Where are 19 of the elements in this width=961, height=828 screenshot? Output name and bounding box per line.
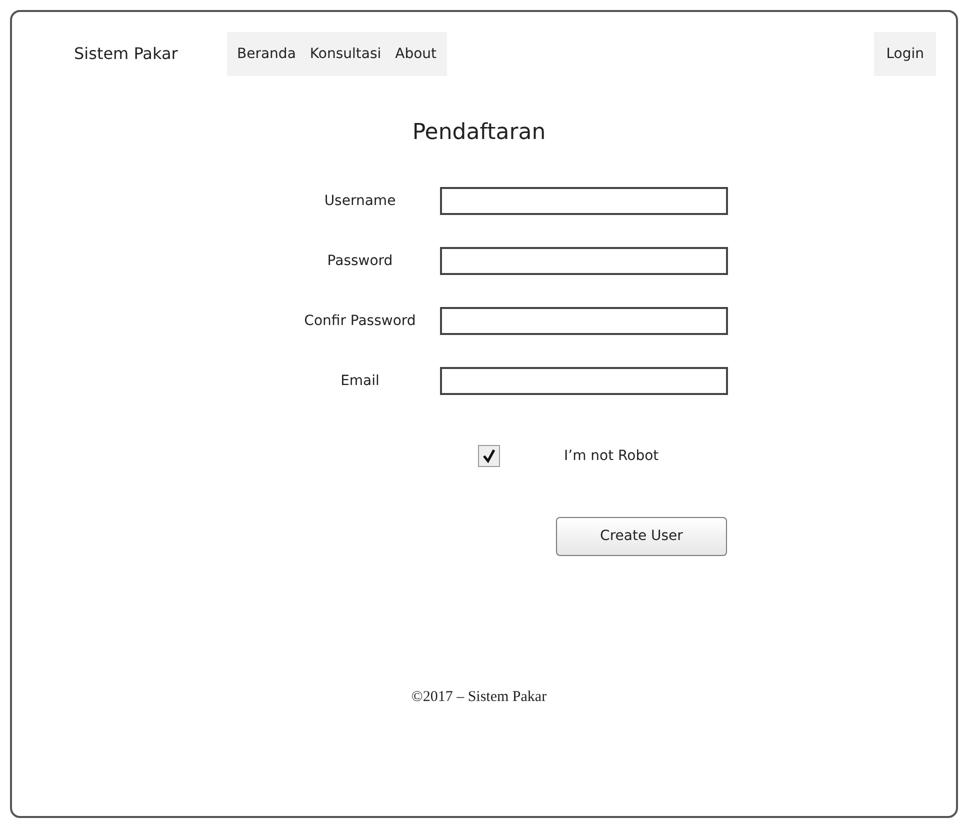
nav-link[interactable]: Konsultasi <box>310 44 382 64</box>
login-button[interactable]: Login <box>874 32 936 76</box>
form-title: Pendaftaran <box>411 119 547 147</box>
nav-link[interactable]: Beranda <box>237 44 296 64</box>
input-field[interactable] <box>440 307 728 335</box>
checkmark-icon <box>482 449 496 463</box>
checkbox-label: I’m not Robot <box>564 446 659 466</box>
footer-text: ©2017 – Sistem Pakar <box>410 688 548 707</box>
input-field[interactable] <box>440 367 728 395</box>
field-label: Confir Password <box>303 312 417 330</box>
field-label: Password <box>326 252 394 270</box>
input-field[interactable] <box>440 187 728 215</box>
brand-name[interactable]: Sistem Pakar <box>74 42 227 66</box>
field-label: Username <box>323 192 397 210</box>
input-field[interactable] <box>440 247 728 275</box>
nav-link[interactable]: About <box>395 44 437 64</box>
checkbox[interactable] <box>478 445 500 467</box>
field-label: Email <box>340 372 380 390</box>
create-user-button[interactable]: Create User <box>556 517 727 556</box>
